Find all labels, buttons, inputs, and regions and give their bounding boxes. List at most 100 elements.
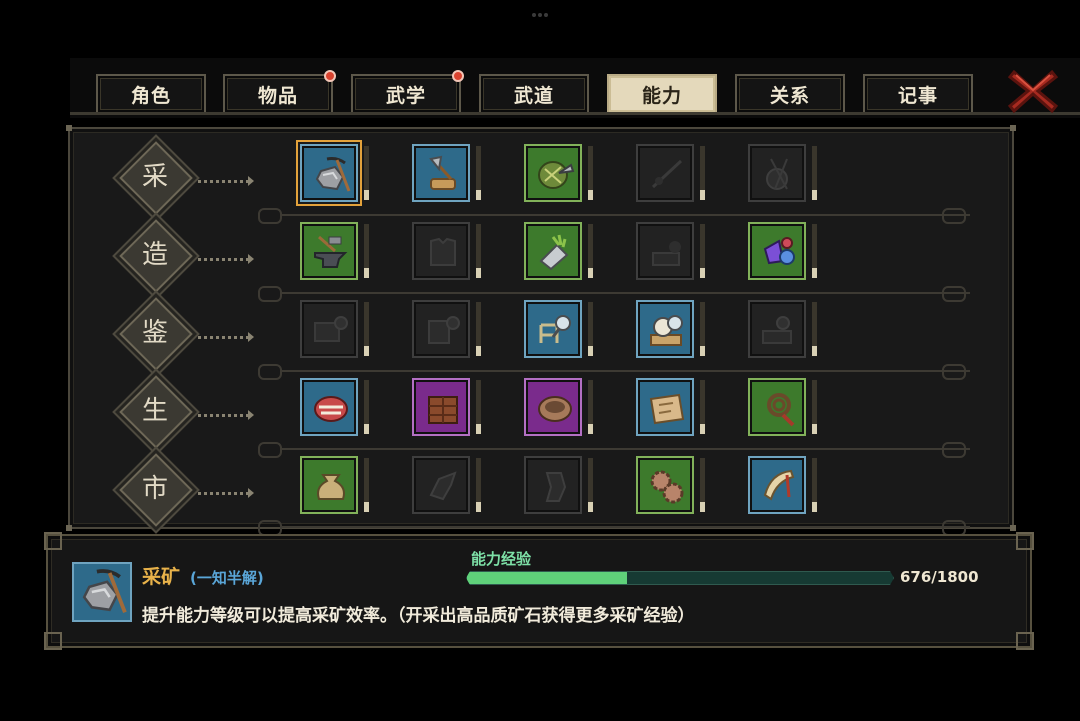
ability-slot[interactable] [636,144,705,206]
ability-level-fill [700,346,705,356]
abilities-panel: 采造鉴生市 [66,125,1016,536]
arrow-right-icon [248,176,254,186]
ability-category-row: 造 [70,214,1016,302]
ability-slot[interactable] [300,378,369,440]
ability-slot[interactable] [748,222,817,284]
ability-slot[interactable] [524,456,593,518]
dotted-connector [198,492,250,495]
category-label: 市 [141,474,168,504]
ability-slot[interactable] [524,378,593,440]
slot-frame [636,144,694,202]
slot-frame [524,378,582,436]
ability-level-bar [476,458,481,512]
dotted-connector [198,180,250,183]
ability-slot[interactable] [300,456,369,518]
close-button[interactable] [1006,66,1060,116]
tab-character[interactable]: 角色 [96,74,206,112]
ability-slot[interactable] [636,300,705,362]
ability-level-bar [476,146,481,200]
slot-frame [636,222,694,280]
tab-martial-arts[interactable]: 武学 [351,70,464,112]
ability-level-bar [700,224,705,278]
ability-slot[interactable] [412,456,481,518]
ability-level-fill [700,424,705,434]
ability-slot[interactable] [748,300,817,362]
slot-frame [300,222,358,280]
cleaver-herbs-icon [539,234,569,271]
ability-slot[interactable] [300,300,369,362]
bowl-icon [538,396,572,422]
ability-slot[interactable] [524,144,593,206]
ability-slot[interactable] [412,300,481,362]
fishing-rod-icon [651,159,683,189]
ability-slot[interactable] [300,222,369,284]
slot-frame [524,222,582,280]
arrow-right-icon [248,488,254,498]
tab-items[interactable]: 物品 [223,70,336,112]
tab-bar-divider [70,112,1080,115]
ability-slot[interactable] [412,378,481,440]
hand-icon [429,471,457,501]
ability-level-bar [812,146,817,200]
skill-info-panel [44,532,1034,650]
slot-frame [748,300,806,358]
category-badge: 采 [118,140,193,215]
tab-relations[interactable]: 关系 [735,74,845,112]
category-badge: 造 [118,218,193,293]
ability-slot[interactable] [636,456,705,518]
ability-slot[interactable] [524,222,593,284]
slot-frame [412,378,470,436]
slot-frame [748,456,806,514]
ability-level-bar [812,380,817,434]
ability-level-fill [812,424,817,434]
window-drag-handle[interactable] [532,13,548,17]
ability-level-bar [588,302,593,356]
tab-label: 关系 [769,84,810,107]
ability-level-fill [364,346,369,356]
ability-level-bar [364,224,369,278]
ability-level-fill [812,346,817,356]
slot-frame [748,144,806,202]
tab-abilities[interactable]: 能力 [607,74,717,112]
ability-level-bar [588,224,593,278]
ability-level-fill [812,502,817,512]
slot-frame [636,378,694,436]
ability-level-bar [364,146,369,200]
ability-level-fill [588,190,593,200]
tab-journal[interactable]: 记事 [863,74,973,112]
category-badge: 生 [118,374,193,449]
ability-slot[interactable] [412,144,481,206]
ability-slot[interactable] [636,378,705,440]
exp-progress-bar [466,571,894,585]
ability-slot[interactable] [748,378,817,440]
ability-level-bar [812,458,817,512]
ability-level-bar [364,380,369,434]
mouth-icon [314,396,348,422]
skull-lens-icon [650,315,683,346]
money-bag-icon [317,474,345,500]
ability-slot[interactable] [748,456,817,518]
row-divider [280,526,970,528]
slot-frame [524,300,582,358]
arrow-right-icon [248,254,254,264]
chocolate-bar-icon [428,396,458,424]
ability-slot[interactable] [296,140,369,206]
tab-label: 武道 [513,84,554,107]
ability-slot[interactable] [524,300,593,362]
exp-label: 能力经验 [471,550,532,568]
ability-slot[interactable] [412,222,481,284]
slot-frame [300,378,358,436]
skill-description: 提升能力等级可以提高采矿效率。（开采出高品质矿石获得更多采矿经验） [142,606,695,626]
ability-slot[interactable] [748,144,817,206]
ability-slot[interactable] [636,222,705,284]
horn-icon [763,469,795,501]
axe-log-icon [429,155,456,190]
tab-martial-path[interactable]: 武道 [479,74,589,112]
ability-category-row: 生 [70,370,1016,458]
ability-level-fill [364,190,369,200]
book-lens-icon [314,316,348,342]
category-label: 鉴 [141,318,168,348]
ability-level-fill [364,424,369,434]
chair-lens-icon [539,315,571,343]
dotted-connector [198,258,250,261]
